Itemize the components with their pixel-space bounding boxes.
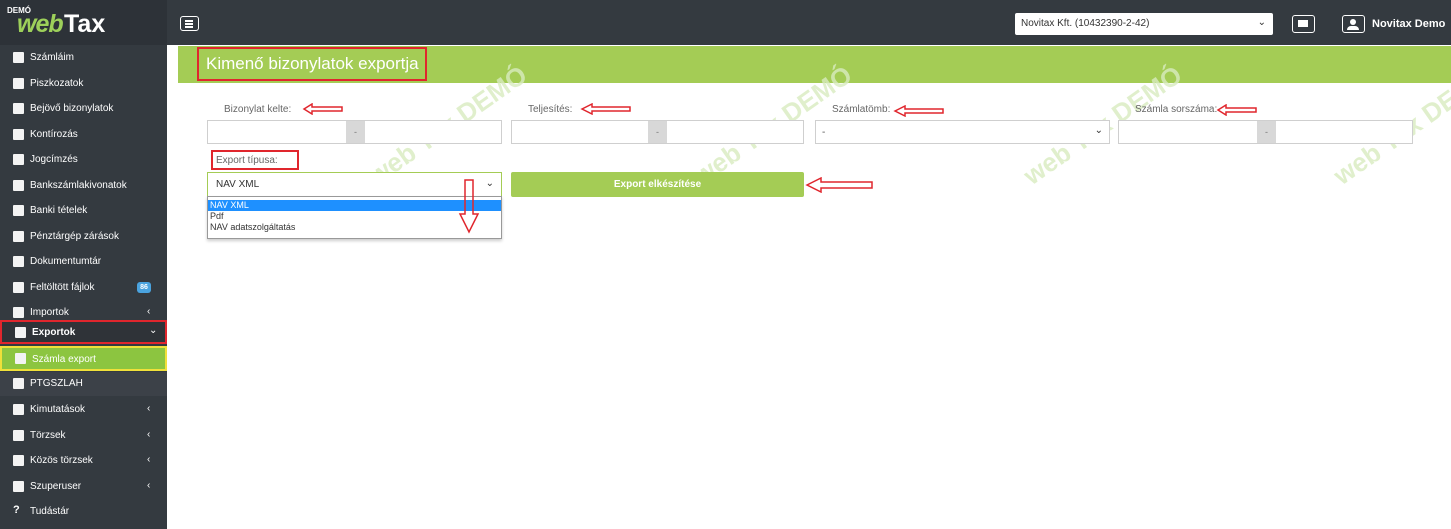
block-select[interactable]: - ⌄: [815, 120, 1110, 144]
chart-icon: [13, 404, 24, 415]
sidebar-item-label: Exportok: [32, 327, 76, 338]
arrow-left-icon: [1216, 104, 1257, 116]
chevron-down-icon: ⌄: [485, 178, 494, 189]
sidebar-item-label: Pénztárgép zárások: [30, 230, 119, 242]
sidebar-item-label: Számláim: [30, 52, 74, 63]
sidebar: Számláim Piszkozatok Bejövő bizonylatok …: [0, 45, 167, 529]
sidebar-item-label: Importok: [30, 307, 69, 318]
sidebar-item-label: Dokumentumtár: [30, 256, 102, 267]
range-separator: -: [346, 121, 365, 143]
arrow-left-icon: [893, 105, 944, 117]
logo-web: web: [17, 10, 64, 38]
sidebar-item-tudastar[interactable]: ? Tudástár: [0, 499, 167, 525]
sidebar-item-label: PTGSZLAH: [30, 378, 83, 389]
sidebar-item-piszkozatok[interactable]: Piszkozatok: [0, 71, 167, 97]
sidebar-item-label: Piszkozatok: [30, 77, 84, 89]
sidebar-item-torzsek[interactable]: Törzsek ‹: [0, 423, 167, 449]
sidebar-item-kimutatasok[interactable]: Kimutatások ‹: [0, 397, 167, 423]
draft-icon: [13, 77, 24, 89]
sidebar-item-banki-tetelek[interactable]: Banki tételek: [0, 198, 167, 224]
sidebar-item-szamla-export[interactable]: Számla export: [0, 346, 167, 371]
user-icon[interactable]: [1342, 15, 1365, 33]
serial-label: Számla sorszáma:: [1135, 104, 1218, 115]
question-icon: ?: [13, 504, 20, 516]
chevron-left-icon: ‹: [147, 403, 151, 414]
download-icon: [15, 327, 26, 338]
date-range-input[interactable]: -: [207, 120, 502, 144]
bank-items-icon: [13, 205, 24, 216]
sidebar-item-label: Bejövő bizonylatok: [30, 103, 114, 114]
download-icon: [15, 353, 26, 364]
export-type-value: NAV XML: [216, 179, 260, 190]
top-bar: DEMÓ web Tax Novitax Kft. (10432390-2-42…: [0, 0, 1451, 45]
chevron-down-icon: ⌄: [149, 325, 158, 336]
date-label: Bizonylat kelte:: [224, 104, 292, 115]
sidebar-item-exportok[interactable]: Exportok ⌄: [0, 320, 167, 344]
sidebar-item-label: Közös törzsek: [30, 455, 93, 466]
archive-icon: [13, 256, 24, 267]
range-separator: -: [648, 121, 667, 143]
edit-icon: [13, 128, 24, 140]
incoming-icon: [13, 103, 24, 114]
fulfillment-label: Teljesítés:: [528, 104, 573, 115]
sidebar-item-label: Számla export: [32, 354, 96, 365]
count-badge: 86: [137, 281, 151, 293]
sidebar-item-label: Tudástár: [30, 506, 70, 517]
sitemap-icon: [13, 455, 24, 466]
sidebar-item-jogcimzes[interactable]: Jogcímzés: [0, 147, 167, 173]
arrow-left-icon: [302, 103, 343, 115]
arrow-left-icon: [805, 177, 873, 193]
bank-statement-icon: [13, 179, 24, 191]
chevron-left-icon: ‹: [147, 479, 151, 491]
sidebar-item-label: Feltöltött fájlok: [30, 281, 95, 293]
logo-tax: Tax: [64, 10, 106, 38]
book-icon: [13, 429, 24, 441]
users-icon: [13, 480, 24, 492]
sidebar-item-szamlaim[interactable]: Számláim: [0, 45, 167, 71]
chevron-left-icon: ‹: [147, 454, 151, 465]
export-type-label: Export típusa:: [216, 155, 278, 166]
sidebar-item-label: Jogcímzés: [30, 154, 78, 165]
arrow-down-icon: [458, 179, 480, 234]
file-icon: [13, 52, 24, 63]
company-select[interactable]: Novitax Kft. (10432390-2-42) ⌄: [1015, 13, 1273, 35]
sidebar-item-bankszamlakivonatok[interactable]: Bankszámlakivonatok: [0, 173, 167, 199]
upload-icon: [13, 307, 24, 318]
range-separator: -: [1257, 121, 1276, 143]
upload-icon: [13, 281, 24, 293]
chevron-down-icon: ⌄: [1094, 125, 1103, 136]
sidebar-item-label: Kontírozás: [30, 128, 78, 140]
lock-icon: [13, 230, 24, 242]
block-label: Számlatömb:: [832, 104, 891, 115]
chevron-left-icon: ‹: [147, 306, 151, 317]
sidebar-item-label: Banki tételek: [30, 205, 88, 216]
sidebar-item-penztargep[interactable]: Pénztárgép zárások: [0, 224, 167, 250]
sidebar-item-feltoltott[interactable]: Feltöltött fájlok 86: [0, 275, 167, 301]
menu-toggle-icon[interactable]: [180, 16, 199, 31]
company-select-value: Novitax Kft. (10432390-2-42): [1021, 18, 1150, 29]
edit-icon: [13, 154, 24, 165]
export-button[interactable]: Export elkészítése: [511, 172, 804, 197]
page-title: Kimenő bizonylatok exportja: [206, 54, 419, 73]
sidebar-item-label: Kimutatások: [30, 404, 86, 415]
arrow-left-icon: [580, 103, 631, 115]
user-name[interactable]: Novitax Demo: [1372, 18, 1445, 30]
document-icon: [13, 378, 24, 389]
logo[interactable]: DEMÓ web Tax: [0, 0, 167, 45]
sidebar-item-szuperuser[interactable]: Szuperuser ‹: [0, 474, 167, 500]
sidebar-item-kontirozas[interactable]: Kontírozás: [0, 122, 167, 148]
sidebar-item-ptgszlah[interactable]: PTGSZLAH: [0, 372, 167, 396]
chevron-left-icon: ‹: [147, 428, 151, 440]
fulfillment-range-input[interactable]: -: [511, 120, 804, 144]
serial-range-input[interactable]: -: [1118, 120, 1413, 144]
sidebar-item-label: Szuperuser: [30, 480, 82, 492]
sidebar-item-label: Bankszámlakivonatok: [30, 179, 127, 191]
chevron-down-icon: ⌄: [1257, 17, 1266, 28]
sidebar-item-bejovo[interactable]: Bejövő bizonylatok: [0, 96, 167, 122]
sidebar-item-kozos-torzsek[interactable]: Közös törzsek ‹: [0, 448, 167, 474]
block-select-value: -: [822, 127, 826, 138]
mail-icon[interactable]: [1292, 15, 1315, 33]
sidebar-item-dokumentumtar[interactable]: Dokumentumtár: [0, 249, 167, 275]
sidebar-item-label: Törzsek: [30, 429, 66, 441]
